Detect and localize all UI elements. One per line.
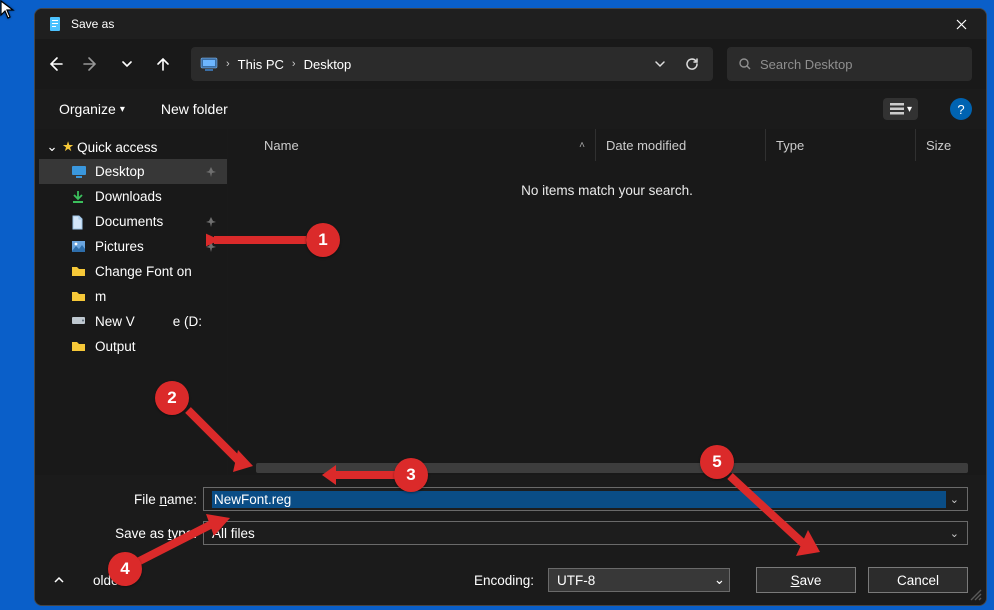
notepad-icon bbox=[47, 16, 63, 32]
chevron-down-icon: ▾ bbox=[907, 104, 912, 115]
nav-row: › This PC › Desktop bbox=[35, 39, 986, 89]
search-icon bbox=[738, 57, 752, 71]
organize-label: Organize bbox=[59, 101, 116, 117]
main-area: ⌄ ★ Quick access Desktop Downloads Docum… bbox=[35, 129, 986, 475]
encoding-label: Encoding: bbox=[474, 573, 534, 588]
savetype-label: Save as type: bbox=[53, 526, 203, 541]
titlebar: Save as bbox=[35, 9, 986, 39]
sidebar-item-pictures[interactable]: Pictures bbox=[39, 234, 227, 259]
quick-access-label: Quick access bbox=[77, 140, 157, 155]
mouse-cursor bbox=[0, 0, 16, 25]
save-as-dialog: Save as › This PC › Desktop bbox=[34, 8, 987, 606]
forward-button[interactable] bbox=[75, 48, 107, 80]
filename-combo[interactable]: NewFont.reg ⌄ bbox=[203, 487, 968, 511]
column-size[interactable]: Size bbox=[916, 129, 986, 161]
sidebar-item-label: Change Font on bbox=[95, 264, 192, 279]
folder-icon bbox=[71, 265, 87, 279]
sidebar-item-label: Downloads bbox=[95, 189, 162, 204]
sidebar-item-output[interactable]: Output bbox=[39, 334, 227, 359]
this-pc-icon bbox=[200, 56, 218, 72]
address-dropdown-button[interactable] bbox=[644, 48, 676, 80]
sidebar-item-desktop[interactable]: Desktop bbox=[39, 159, 227, 184]
folder-icon bbox=[71, 290, 87, 304]
search-input[interactable] bbox=[760, 57, 961, 72]
chevron-up-icon bbox=[53, 574, 65, 586]
sidebar-item-label: Output bbox=[95, 339, 136, 354]
sidebar-item-suffix: e (D: bbox=[173, 314, 202, 329]
sidebar-item-downloads[interactable]: Downloads bbox=[39, 184, 227, 209]
list-view-icon bbox=[889, 102, 905, 116]
sidebar-item-label: m bbox=[95, 289, 106, 304]
help-button[interactable]: ? bbox=[950, 98, 972, 120]
new-folder-label: New folder bbox=[161, 101, 228, 117]
window-title: Save as bbox=[71, 17, 114, 31]
desktop-icon bbox=[71, 165, 87, 179]
empty-message: No items match your search. bbox=[521, 183, 693, 198]
savetype-value: All files bbox=[212, 526, 946, 541]
save-form: File name: NewFont.reg ⌄ Save as type: A… bbox=[35, 475, 986, 605]
hide-folders-label: olders bbox=[71, 573, 130, 588]
encoding-value: UTF-8 bbox=[557, 573, 714, 588]
filename-label: File name: bbox=[53, 492, 203, 507]
document-icon bbox=[71, 215, 87, 229]
filename-value: NewFont.reg bbox=[212, 491, 946, 508]
chevron-down-icon[interactable]: ⌄ bbox=[714, 572, 725, 588]
chevron-down-icon[interactable]: ⌄ bbox=[946, 493, 963, 506]
hide-folders-toggle[interactable]: olders bbox=[53, 573, 130, 588]
column-type[interactable]: Type bbox=[766, 129, 916, 161]
file-list: No items match your search. bbox=[228, 161, 986, 463]
view-options-button[interactable]: ▾ bbox=[883, 98, 918, 120]
chevron-right-icon[interactable]: › bbox=[288, 58, 300, 70]
sidebar-item-documents[interactable]: Documents bbox=[39, 209, 227, 234]
folder-icon bbox=[71, 340, 87, 354]
chevron-down-icon[interactable]: ⌄ bbox=[946, 527, 963, 540]
up-button[interactable] bbox=[147, 48, 179, 80]
drive-icon bbox=[71, 315, 87, 329]
new-folder-button[interactable]: New folder bbox=[155, 97, 234, 121]
toolbar: Organize ▾ New folder ▾ ? bbox=[35, 89, 986, 129]
organize-menu[interactable]: Organize ▾ bbox=[53, 97, 131, 121]
sort-indicator-icon: ˄ bbox=[579, 140, 585, 151]
star-icon: ★ bbox=[62, 139, 74, 155]
pin-icon bbox=[205, 241, 219, 253]
refresh-button[interactable] bbox=[676, 48, 708, 80]
address-bar[interactable]: › This PC › Desktop bbox=[191, 47, 713, 81]
pin-icon bbox=[205, 166, 219, 178]
chevron-down-icon: ⌄ bbox=[45, 139, 59, 155]
column-headers: Name ˄ Date modified Type Size bbox=[228, 129, 986, 161]
sidebar-item-label: New V bbox=[95, 314, 135, 329]
sidebar-item-label: Pictures bbox=[95, 239, 144, 254]
sidebar-item-m[interactable]: m bbox=[39, 284, 227, 309]
file-pane: Name ˄ Date modified Type Size No items … bbox=[227, 129, 986, 475]
breadcrumb-desktop[interactable]: Desktop bbox=[300, 53, 356, 76]
sidebar-item-change-font[interactable]: Change Font on bbox=[39, 259, 227, 284]
quick-access-header[interactable]: ⌄ ★ Quick access bbox=[39, 135, 227, 159]
recent-locations-button[interactable] bbox=[111, 48, 143, 80]
column-name[interactable]: Name ˄ bbox=[228, 129, 596, 161]
pin-icon bbox=[205, 216, 219, 228]
sidebar-item-label: Documents bbox=[95, 214, 163, 229]
savetype-combo[interactable]: All files ⌄ bbox=[203, 521, 968, 545]
chevron-down-icon: ▾ bbox=[120, 104, 125, 115]
sidebar-item-label: Desktop bbox=[95, 164, 145, 179]
sidebar: ⌄ ★ Quick access Desktop Downloads Docum… bbox=[35, 129, 227, 475]
column-date[interactable]: Date modified bbox=[596, 129, 766, 161]
sidebar-item-new-volume[interactable]: New V e (D: bbox=[39, 309, 227, 334]
close-button[interactable] bbox=[938, 9, 984, 39]
picture-icon bbox=[71, 240, 87, 254]
search-box[interactable] bbox=[727, 47, 972, 81]
save-button[interactable]: Save bbox=[756, 567, 856, 593]
horizontal-scrollbar[interactable] bbox=[256, 463, 968, 473]
encoding-combo[interactable]: UTF-8 ⌄ bbox=[548, 568, 730, 592]
resize-grip[interactable] bbox=[968, 587, 982, 601]
back-button[interactable] bbox=[39, 48, 71, 80]
column-name-label: Name bbox=[264, 138, 299, 153]
cancel-button[interactable]: Cancel bbox=[868, 567, 968, 593]
chevron-right-icon[interactable]: › bbox=[222, 58, 234, 70]
breadcrumb-this-pc[interactable]: This PC bbox=[234, 53, 288, 76]
download-icon bbox=[71, 190, 87, 204]
